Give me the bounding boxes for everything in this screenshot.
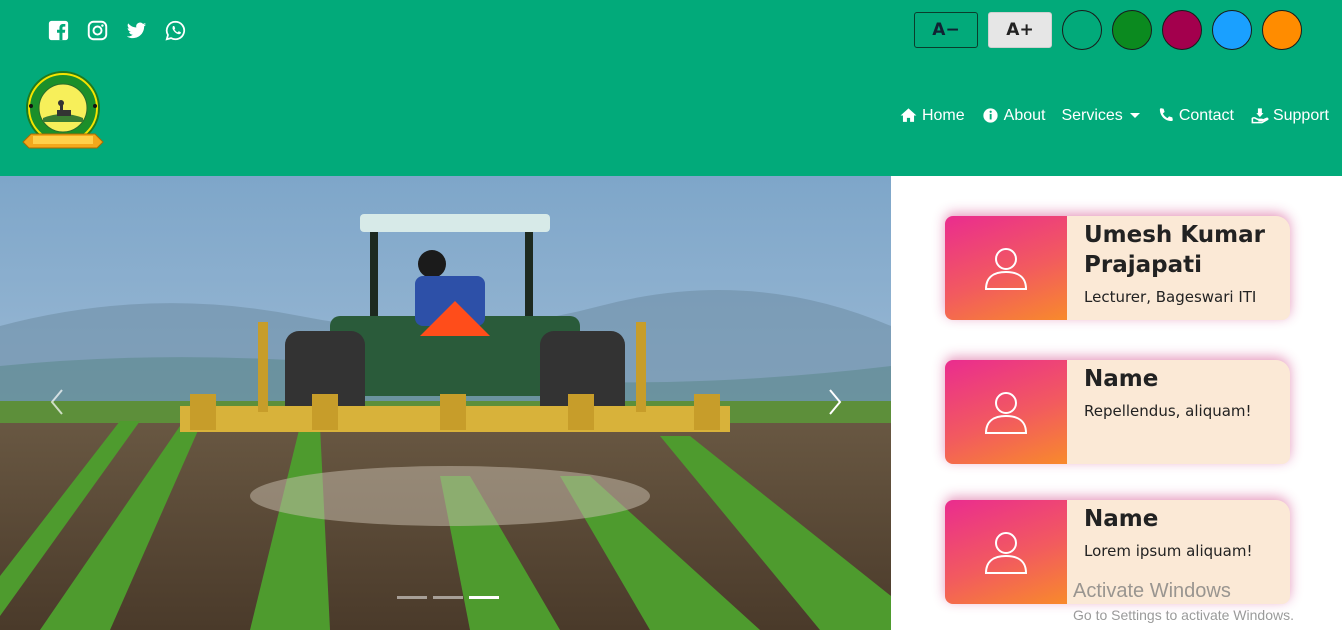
profile-name: Name <box>1084 506 1159 532</box>
nav-contact[interactable]: Contact <box>1156 106 1234 125</box>
nav-services-label: Services <box>1061 106 1123 124</box>
site-logo[interactable] <box>17 70 109 162</box>
user-icon <box>984 532 1028 574</box>
avatar <box>945 500 1067 604</box>
theme-dark-green-swatch[interactable] <box>1112 10 1152 50</box>
accessibility-controls: A− A+ <box>914 10 1302 50</box>
carousel-indicator-1[interactable] <box>397 596 427 599</box>
caret-down-icon <box>1129 113 1140 118</box>
instagram-icon[interactable] <box>87 20 108 41</box>
theme-orange-swatch[interactable] <box>1262 10 1302 50</box>
nav-about-label: About <box>1003 106 1046 124</box>
profile-name: Umesh Kumar Prajapati <box>1084 222 1265 278</box>
profile-role: Lorem ipsum aliquam! <box>1084 542 1253 560</box>
profile-name: Name <box>1084 366 1159 392</box>
social-links <box>48 20 186 41</box>
carousel-indicators <box>397 596 499 599</box>
profile-card: Name Repellendus, aliquam! <box>945 360 1290 464</box>
theme-blue-swatch[interactable] <box>1212 10 1252 50</box>
phone-icon <box>1159 108 1173 122</box>
nav-home-label: Home <box>921 106 965 124</box>
carousel-next-arrow[interactable] <box>822 386 846 418</box>
theme-maroon-swatch[interactable] <box>1162 10 1202 50</box>
whatsapp-icon[interactable] <box>165 20 186 41</box>
tractor-field-photo <box>0 176 891 630</box>
user-icon <box>984 392 1028 434</box>
nav-support[interactable]: Support <box>1250 106 1329 125</box>
hand-holding-icon <box>1251 108 1269 124</box>
increase-font-button[interactable]: A+ <box>988 12 1052 48</box>
nav-services[interactable]: Services <box>1061 106 1140 125</box>
nav-home[interactable]: Home <box>899 106 965 125</box>
hero-carousel <box>0 176 891 630</box>
watermark-subtitle: Go to Settings to activate Windows. <box>1073 607 1294 623</box>
profile-role: Repellendus, aliquam! <box>1084 402 1252 420</box>
avatar <box>945 360 1067 464</box>
profile-card: Umesh Kumar Prajapati Lecturer, Bageswar… <box>945 216 1290 320</box>
profile-role: Lecturer, Bageswari ITI <box>1084 288 1257 306</box>
theme-green-swatch[interactable] <box>1062 10 1102 50</box>
info-icon <box>983 108 998 123</box>
avatar <box>945 216 1067 320</box>
carousel-indicator-2[interactable] <box>433 596 463 599</box>
carousel-indicator-3[interactable] <box>469 596 499 599</box>
activation-watermark: Activate Windows Go to Settings to activ… <box>1073 580 1294 623</box>
watermark-title: Activate Windows <box>1073 580 1231 602</box>
main-nav: Home About Services Contact Support <box>899 106 1329 125</box>
twitter-icon[interactable] <box>126 20 147 41</box>
user-icon <box>984 248 1028 290</box>
carousel-prev-arrow[interactable] <box>46 386 70 418</box>
nav-support-label: Support <box>1272 106 1329 124</box>
facebook-icon[interactable] <box>48 20 69 41</box>
decrease-font-button[interactable]: A− <box>914 12 978 48</box>
home-icon <box>900 108 917 122</box>
site-header: A− A+ Home About Services Contact Suppor… <box>0 0 1342 176</box>
nav-contact-label: Contact <box>1178 106 1234 124</box>
nav-about[interactable]: About <box>981 106 1046 125</box>
